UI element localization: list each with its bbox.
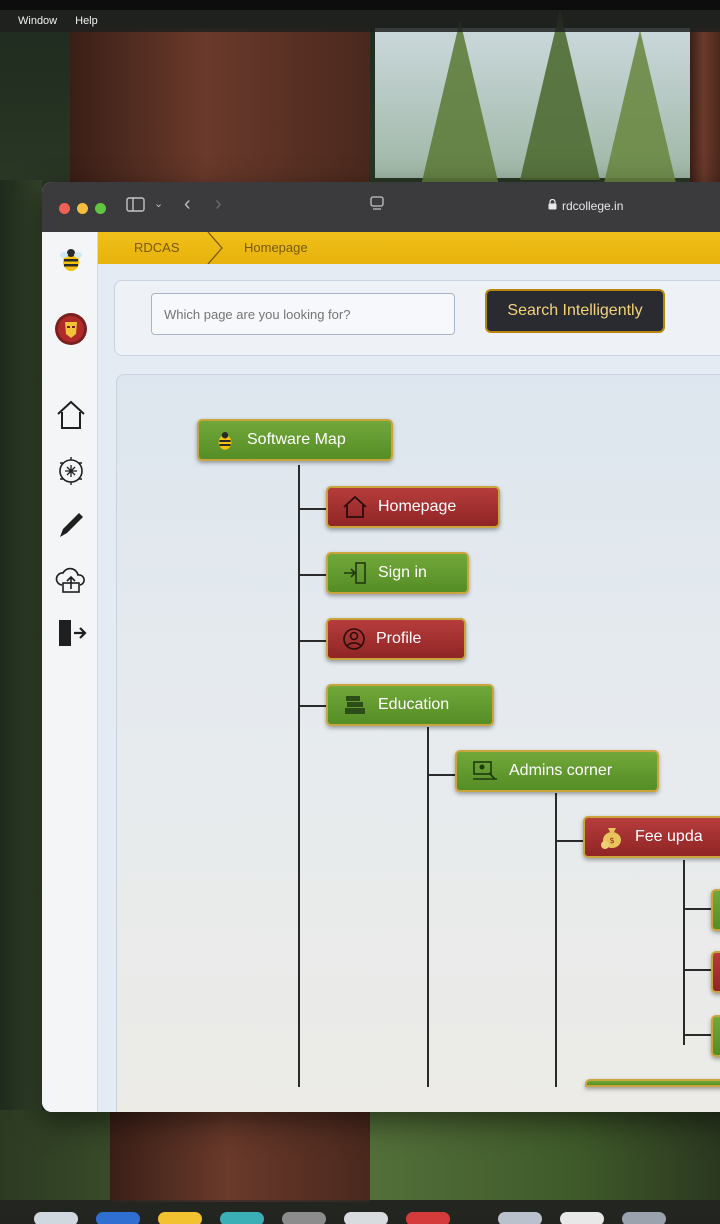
- wallpaper-trunk-bottom: [110, 1112, 370, 1202]
- app-sidebar: [42, 232, 98, 1112]
- dock-app-icon[interactable]: [622, 1212, 666, 1224]
- admin-desk-icon: [473, 761, 497, 780]
- dock-app-icon[interactable]: [560, 1212, 604, 1224]
- address-bar[interactable]: rdcollege.in: [548, 194, 623, 218]
- url-text: rdcollege.in: [562, 199, 624, 213]
- node-partial[interactable]: [711, 1015, 720, 1057]
- node-partial[interactable]: [711, 889, 720, 931]
- macos-menubar: Window Help: [0, 10, 720, 32]
- map-trunk-line: [298, 465, 300, 1087]
- forward-icon[interactable]: ›: [215, 193, 222, 216]
- map-branch-line: [298, 705, 326, 707]
- wallpaper-trunk-right: [690, 28, 720, 188]
- map-branch-line: [298, 508, 326, 510]
- node-partial[interactable]: [585, 1079, 720, 1087]
- wallpaper-pine: [420, 20, 500, 190]
- back-icon[interactable]: ‹: [184, 193, 191, 216]
- avatar-icon[interactable]: [54, 312, 88, 346]
- screen-bezel: [0, 0, 720, 10]
- dock-app-icon[interactable]: [158, 1212, 202, 1224]
- software-map-panel: Software Map Homepage Sign in Profile Ed…: [116, 374, 720, 1112]
- minimize-window-button[interactable]: [77, 203, 88, 214]
- bee-icon: [218, 432, 232, 450]
- search-intelligently-button[interactable]: Search Intelligently: [485, 289, 665, 333]
- main-content: Search Intelligently Software Map: [98, 264, 720, 1112]
- node-fee-update[interactable]: $ Fee upda: [583, 816, 720, 858]
- map-branch-line: [427, 774, 455, 776]
- browser-window: ⌄ ‹ › rdcollege.in RDCAS Homepage Which …: [42, 182, 720, 1112]
- chevron-down-icon[interactable]: ⌄: [154, 197, 163, 210]
- user-circle-icon: [343, 628, 365, 650]
- node-label: Software Map: [247, 431, 346, 448]
- node-admins-corner[interactable]: Admins corner: [455, 750, 659, 792]
- zoom-window-button[interactable]: [95, 203, 106, 214]
- cloud-upload-icon[interactable]: [54, 562, 88, 596]
- svg-text:$: $: [609, 836, 614, 845]
- dock-app-icon[interactable]: [406, 1212, 450, 1224]
- sidebar-toggle-icon[interactable]: [126, 197, 146, 217]
- close-window-button[interactable]: [59, 203, 70, 214]
- dock-app-icon[interactable]: [220, 1212, 264, 1224]
- node-sign-in[interactable]: Sign in: [326, 552, 469, 594]
- map-branch-line: [298, 640, 326, 642]
- node-label: Fee upda: [635, 828, 703, 845]
- home-icon: [343, 495, 367, 518]
- node-label: Profile: [376, 630, 422, 647]
- sign-in-icon: [344, 562, 366, 584]
- breadcrumb-item-rdcas[interactable]: RDCAS: [134, 240, 180, 255]
- search-input[interactable]: [151, 293, 455, 335]
- home-icon[interactable]: [54, 398, 88, 432]
- map-trunk-line-education: [427, 727, 429, 1087]
- pen-icon[interactable]: [54, 508, 88, 542]
- page-settings-icon[interactable]: [370, 196, 384, 216]
- dock-app-icon[interactable]: [96, 1212, 140, 1224]
- dock-app-icon[interactable]: [34, 1212, 78, 1224]
- search-panel: Search Intelligently: [114, 280, 720, 356]
- dock-app-icon[interactable]: [498, 1212, 542, 1224]
- breadcrumb-separator-icon: [207, 232, 223, 264]
- breadcrumb-item-homepage[interactable]: Homepage: [244, 240, 308, 255]
- wallpaper-left-forest: [0, 180, 42, 1130]
- node-label: Homepage: [378, 498, 457, 515]
- node-label: Sign in: [378, 564, 427, 581]
- ai-chip-icon[interactable]: [54, 454, 88, 488]
- node-software-map[interactable]: Software Map: [197, 419, 393, 461]
- books-icon: [345, 696, 365, 714]
- node-homepage[interactable]: Homepage: [326, 486, 500, 528]
- node-label: Education: [378, 696, 450, 713]
- node-label: Admins corner: [509, 762, 613, 779]
- node-education[interactable]: Education: [326, 684, 494, 726]
- node-profile[interactable]: Profile: [326, 618, 466, 660]
- menu-window[interactable]: Window: [18, 15, 57, 27]
- node-partial[interactable]: [711, 951, 720, 993]
- money-bag-icon: $: [601, 828, 621, 849]
- bee-logo-icon[interactable]: [54, 242, 88, 276]
- menu-help[interactable]: Help: [75, 15, 98, 27]
- logout-icon[interactable]: [54, 616, 88, 650]
- map-trunk-line-fee: [683, 860, 685, 1045]
- lock-icon: [548, 198, 557, 213]
- wallpaper-trunk: [70, 28, 370, 188]
- map-trunk-line-admins: [555, 793, 557, 1087]
- wallpaper-pine: [600, 30, 680, 200]
- breadcrumb: RDCAS Homepage: [98, 232, 720, 264]
- map-branch-line: [298, 574, 326, 576]
- wallpaper-pine: [520, 10, 600, 180]
- dock-app-icon[interactable]: [344, 1212, 388, 1224]
- browser-titlebar: ⌄ ‹ › rdcollege.in: [42, 182, 720, 232]
- map-branch-line: [555, 840, 583, 842]
- dock-app-icon[interactable]: [282, 1212, 326, 1224]
